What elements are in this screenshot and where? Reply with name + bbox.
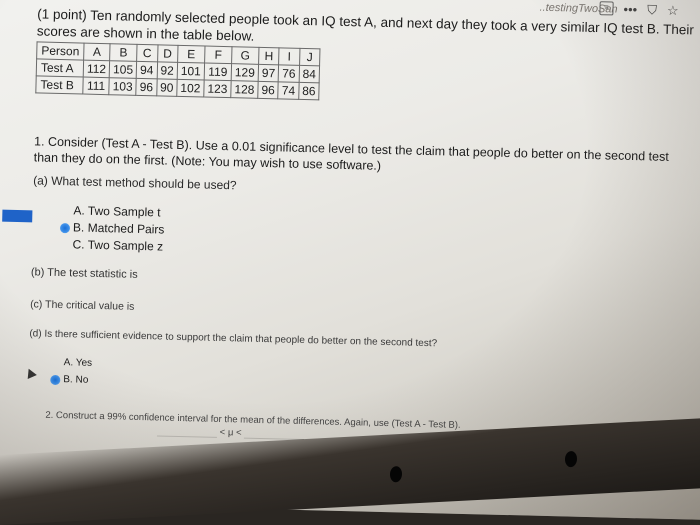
evidence-options: A. Yes B. No <box>50 354 689 404</box>
table-cell: 128 <box>230 80 259 99</box>
radio-icon[interactable] <box>51 357 61 367</box>
bezel-dot <box>390 465 402 483</box>
table-cell: 101 <box>177 62 205 81</box>
bezel-dot <box>565 450 577 468</box>
side-marker <box>2 209 33 223</box>
table-header-cell: Person <box>36 41 85 61</box>
table-header-cell: F <box>204 46 232 64</box>
option-label: C. Two Sample z <box>72 237 164 254</box>
table-header-cell: I <box>278 47 300 66</box>
more-dots-icon[interactable]: ••• <box>623 2 637 18</box>
question-1-text: 1. Consider (Test A - Test B). Use a 0.0… <box>33 134 669 173</box>
table-cell: 105 <box>109 60 137 79</box>
table-header-cell: H <box>258 47 280 65</box>
table-cell: 90 <box>156 78 178 97</box>
option-label: A. Two Sample t <box>73 203 161 220</box>
scores-table: Person A B C D E F G H I J Test A 112 10… <box>35 41 321 100</box>
reader-view-icon[interactable]: ≡ <box>599 1 614 16</box>
table-cell: 97 <box>258 64 279 82</box>
table-header-cell: J <box>299 48 321 66</box>
part-d-prompt: (d) Is there sufficient evidence to supp… <box>29 328 438 350</box>
table-cell: 96 <box>135 78 157 96</box>
table-cell: 102 <box>176 79 205 98</box>
radio-selected-icon[interactable] <box>50 374 61 385</box>
table-cell: 86 <box>298 82 320 100</box>
table-cell: 111 <box>82 77 110 95</box>
table-header-cell: C <box>136 44 158 62</box>
table-header-cell: G <box>231 46 260 65</box>
table-cell: 103 <box>108 77 137 96</box>
option-label: B. No <box>63 373 89 386</box>
pocket-icon[interactable]: ⛉ <box>647 2 657 18</box>
bookmark-star-icon[interactable]: ☆ <box>667 3 679 19</box>
ci-inequality: < μ < <box>219 427 242 439</box>
table-cell: 123 <box>203 80 232 98</box>
radio-icon[interactable] <box>59 240 69 250</box>
table-cell: Test A <box>36 58 84 78</box>
table-cell: 119 <box>204 63 232 81</box>
table-header-cell: B <box>109 43 138 62</box>
ci-lower-input[interactable] <box>156 425 218 438</box>
part-b-prompt: (b) The test statistic is <box>30 266 138 281</box>
table-header-cell: E <box>177 45 205 64</box>
table-cell: 96 <box>257 81 279 99</box>
problem-content: (1 point) Ten randomly selected people t… <box>2 5 697 449</box>
ci-upper-input[interactable] <box>244 427 305 441</box>
toolbar-icons: ≡ ••• ⛉ ☆ <box>599 1 679 19</box>
radio-icon[interactable] <box>60 206 70 216</box>
table-cell: 76 <box>278 64 300 83</box>
test-method-options: A. Two Sample t B. Matched Pairs C. Two … <box>59 202 692 268</box>
table-cell: 112 <box>83 60 110 78</box>
table-cell: Test B <box>35 75 84 95</box>
option-label: A. Yes <box>63 356 93 369</box>
table-cell: 74 <box>278 81 299 100</box>
table-cell: 129 <box>231 63 259 82</box>
table-cell: 92 <box>156 61 178 80</box>
table-header-cell: A <box>83 43 111 61</box>
part-c-prompt: (c) The critical value is <box>29 298 135 313</box>
table-cell: 84 <box>298 65 320 83</box>
table-header-cell: D <box>157 44 178 63</box>
radio-selected-icon[interactable] <box>59 222 71 233</box>
table-cell: 94 <box>136 61 158 79</box>
